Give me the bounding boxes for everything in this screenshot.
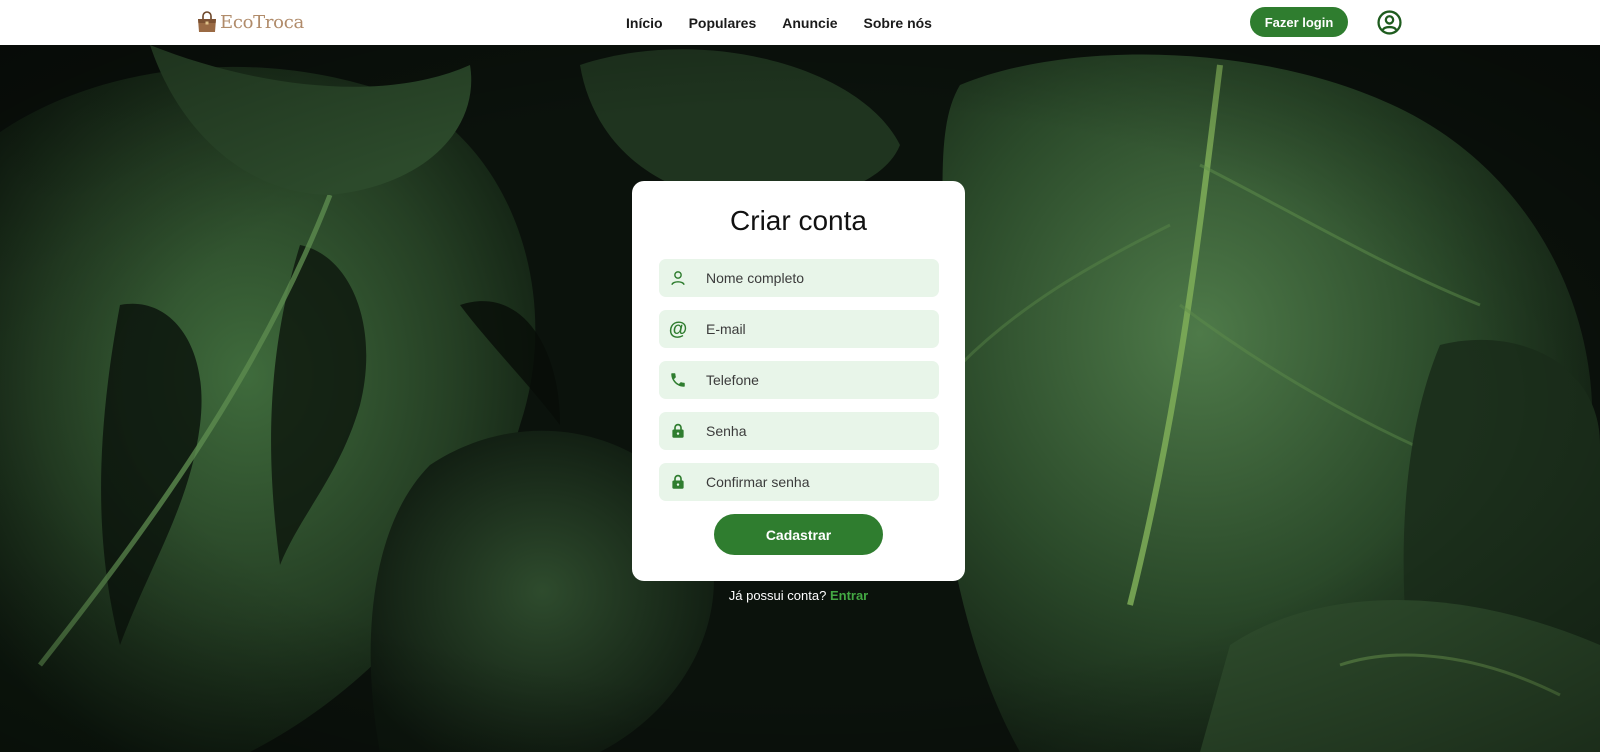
main-nav: Início Populares Anuncie Sobre nós [626,0,932,45]
signin-link[interactable]: Entrar [830,588,868,603]
nav-link-populares[interactable]: Populares [689,15,757,31]
lock-icon [668,421,688,441]
full-name-input[interactable] [704,269,928,287]
top-navbar: EcoTroca Início Populares Anuncie Sobre … [0,0,1600,45]
nav-link-inicio[interactable]: Início [626,15,663,31]
phone-field[interactable] [659,361,939,399]
page-title: Criar conta [730,205,867,236]
nav-link-anuncie[interactable]: Anuncie [782,15,837,31]
password-input[interactable] [704,422,928,440]
nav-link-sobre-nos[interactable]: Sobre nós [864,15,932,31]
login-button[interactable]: Fazer login [1250,7,1348,37]
login-prompt-text: Já possui conta? [728,588,827,603]
login-prompt: Já possui conta? Entrar [632,588,965,603]
at-icon: @ [668,318,688,340]
user-icon [668,268,688,288]
confirm-password-input[interactable] [704,473,928,491]
full-name-field[interactable] [659,259,939,297]
phone-input[interactable] [704,371,928,389]
submit-button[interactable]: Cadastrar [714,514,883,555]
account-circle-icon[interactable] [1377,10,1402,35]
phone-icon [668,370,688,390]
confirm-password-field[interactable] [659,463,939,501]
logo-text: EcoTroca [220,11,304,33]
email-field[interactable]: @ [659,310,939,348]
signup-card: Criar conta @ Cadastrar [632,181,965,581]
password-field[interactable] [659,412,939,450]
lock-icon [668,472,688,492]
email-input[interactable] [704,320,928,338]
handbag-icon [198,11,216,32]
logo[interactable]: EcoTroca [196,10,304,34]
